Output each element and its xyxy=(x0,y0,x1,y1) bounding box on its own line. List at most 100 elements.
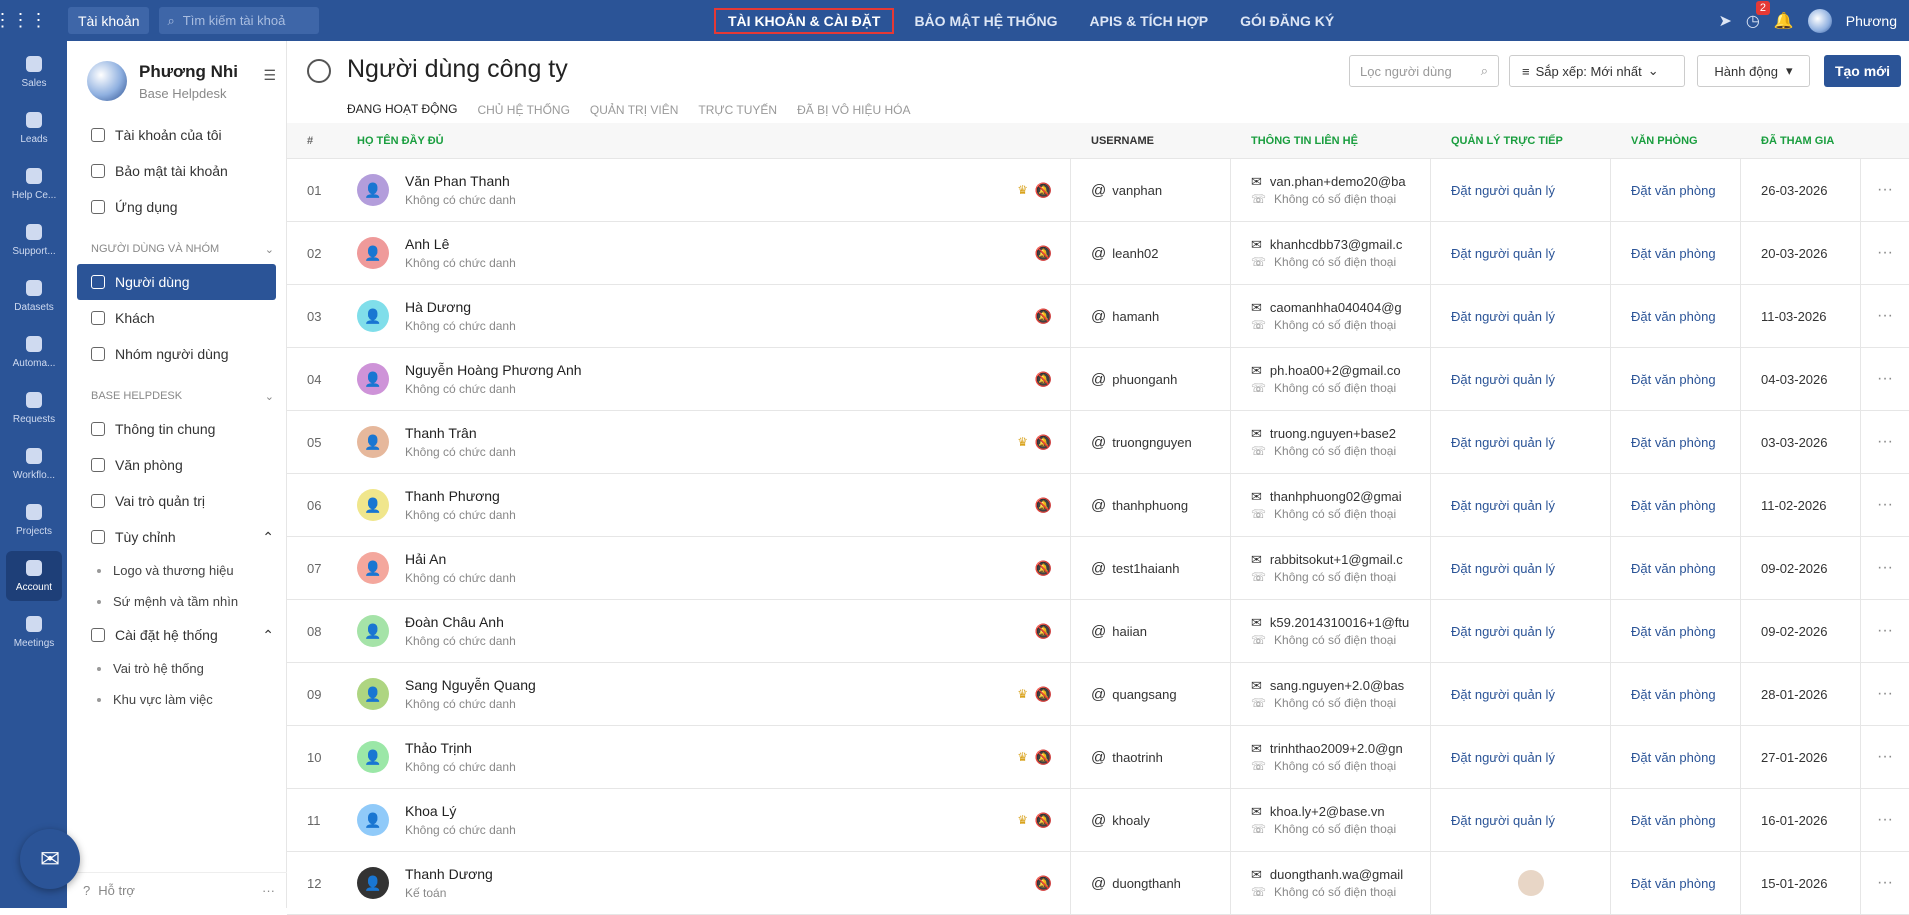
table-row[interactable]: 09 👤 Sang Nguyễn Quang Không có chức danh ♛ 🔕… xyxy=(287,663,1909,726)
set-manager-link[interactable]: Đặt người quản lý xyxy=(1431,222,1611,284)
bell-off-icon[interactable]: 🔕 xyxy=(1035,686,1052,703)
row-name-cell[interactable]: 👤 Nguyễn Hoàng Phương Anh Không có chức da… xyxy=(357,348,1071,410)
full-name[interactable]: Anh Lê xyxy=(405,236,516,252)
sidebar-item-system-settings[interactable]: Cài đặt hệ thống ⌃ xyxy=(67,617,286,653)
more-icon[interactable]: ··· xyxy=(262,883,275,898)
bell-off-icon[interactable]: 🔕 xyxy=(1035,812,1052,829)
sort-dropdown[interactable]: ≡ Sắp xếp: Mới nhất ⌄ xyxy=(1509,55,1685,87)
row-name-cell[interactable]: 👤 Văn Phan Thanh Không có chức danh ♛ 🔕 xyxy=(357,159,1071,221)
user-name[interactable]: Phương xyxy=(1846,13,1897,29)
email[interactable]: truong.nguyen+base2 xyxy=(1270,426,1396,442)
sidebar-sub-logo-branding[interactable]: Logo và thương hiệu xyxy=(67,555,286,586)
row-more-icon[interactable]: ··· xyxy=(1861,874,1909,892)
set-office-link[interactable]: Đặt văn phòng xyxy=(1611,411,1741,473)
nav-system-security[interactable]: BẢO MẬT HỆ THỐNG xyxy=(914,8,1057,34)
sidebar-item-apps[interactable]: Ứng dụng xyxy=(67,189,286,225)
bell-off-icon[interactable]: 🔕 xyxy=(1035,371,1052,388)
sidebar-item-guests[interactable]: Khách xyxy=(67,300,286,336)
bell-off-icon[interactable]: 🔕 xyxy=(1035,497,1052,514)
col-header-joined[interactable]: ĐÃ THAM GIA xyxy=(1741,123,1861,158)
email[interactable]: rabbitsokut+1@gmail.c xyxy=(1270,552,1403,568)
set-office-link[interactable]: Đặt văn phòng xyxy=(1611,726,1741,788)
set-office-link[interactable]: Đặt văn phòng xyxy=(1611,663,1741,725)
row-name-cell[interactable]: 👤 Thanh Phương Không có chức danh 🔕 xyxy=(357,474,1071,536)
set-manager-link[interactable]: Đặt người quản lý xyxy=(1431,600,1611,662)
set-office-link[interactable]: Đặt văn phòng xyxy=(1611,159,1741,221)
set-manager-link[interactable]: Đặt người quản lý xyxy=(1431,663,1611,725)
tab-admins[interactable]: QUẢN TRỊ VIÊN xyxy=(590,95,678,125)
row-name-cell[interactable]: 👤 Hải An Không có chức danh 🔕 xyxy=(357,537,1071,599)
row-more-icon[interactable]: ··· xyxy=(1861,433,1909,451)
set-office-link[interactable]: Đặt văn phòng xyxy=(1611,348,1741,410)
row-name-cell[interactable]: 👤 Thanh Dương Kế toán 🔕 xyxy=(357,852,1071,914)
rail-support[interactable]: Support... xyxy=(6,215,62,265)
row-more-icon[interactable]: ··· xyxy=(1861,622,1909,640)
set-office-link[interactable]: Đặt văn phòng xyxy=(1611,222,1741,284)
full-name[interactable]: Hải An xyxy=(405,551,516,567)
set-manager-link[interactable]: Đặt người quản lý xyxy=(1431,348,1611,410)
bell-off-icon[interactable]: 🔕 xyxy=(1035,623,1052,640)
row-name-cell[interactable]: 👤 Khoa Lý Không có chức danh ♛ 🔕 xyxy=(357,789,1071,851)
user-avatar[interactable] xyxy=(1807,8,1832,33)
bell-off-icon[interactable]: 🔕 xyxy=(1035,434,1052,451)
table-row[interactable]: 11 👤 Khoa Lý Không có chức danh ♛ 🔕 @ khoaly ✉ kh… xyxy=(287,789,1909,852)
table-row[interactable]: 05 👤 Thanh Trân Không có chức danh ♛ 🔕 @ truong… xyxy=(287,411,1909,474)
set-office-link[interactable]: Đặt văn phòng xyxy=(1611,600,1741,662)
collapse-sidebar-icon[interactable]: ☰ xyxy=(263,67,276,84)
row-more-icon[interactable]: ··· xyxy=(1861,181,1909,199)
manager-cell[interactable] xyxy=(1431,852,1611,914)
help-footer[interactable]: ? Hỗ trợ ··· xyxy=(67,872,287,908)
table-row[interactable]: 12 👤 Thanh Dương Kế toán 🔕 @ duongthanh ✉ duongt… xyxy=(287,852,1909,915)
row-more-icon[interactable]: ··· xyxy=(1861,559,1909,577)
section-base-helpdesk[interactable]: BASE HELPDESK ⌄ xyxy=(67,372,286,411)
email[interactable]: trinhthao2009+2.0@gn xyxy=(1270,741,1403,757)
set-office-link[interactable]: Đặt văn phòng xyxy=(1611,852,1741,914)
full-name[interactable]: Đoàn Châu Anh xyxy=(405,614,516,630)
email[interactable]: caomanhha040404@g xyxy=(1270,300,1402,316)
full-name[interactable]: Thảo Trịnh xyxy=(405,740,516,756)
email[interactable]: khoa.ly+2@base.vn xyxy=(1270,804,1385,820)
row-more-icon[interactable]: ··· xyxy=(1861,496,1909,514)
set-manager-link[interactable]: Đặt người quản lý xyxy=(1431,474,1611,536)
table-row[interactable]: 02 👤 Anh Lê Không có chức danh 🔕 @ leanh02 ✉ kha… xyxy=(287,222,1909,285)
bell-off-icon[interactable]: 🔕 xyxy=(1035,245,1052,262)
full-name[interactable]: Sang Nguyễn Quang xyxy=(405,677,536,693)
nav-account-settings[interactable]: TÀI KHOẢN & CÀI ĐẶT xyxy=(714,8,895,34)
row-more-icon[interactable]: ··· xyxy=(1861,370,1909,388)
sidebar-item-admin-roles[interactable]: Vai trò quản trị xyxy=(67,483,286,519)
full-name[interactable]: Thanh Phương xyxy=(405,488,516,504)
sidebar-sub-workspace[interactable]: Khu vực làm việc xyxy=(67,684,286,715)
row-name-cell[interactable]: 👤 Thảo Trịnh Không có chức danh ♛ 🔕 xyxy=(357,726,1071,788)
set-manager-link[interactable]: Đặt người quản lý xyxy=(1431,159,1611,221)
table-row[interactable]: 08 👤 Đoàn Châu Anh Không có chức danh 🔕 @ haii… xyxy=(287,600,1909,663)
sidebar-item-offices[interactable]: Văn phòng xyxy=(67,447,286,483)
full-name[interactable]: Nguyễn Hoàng Phương Anh xyxy=(405,362,582,378)
full-name[interactable]: Khoa Lý xyxy=(405,803,516,819)
send-icon[interactable]: ➤ xyxy=(1718,11,1731,31)
row-name-cell[interactable]: 👤 Đoàn Châu Anh Không có chức danh 🔕 xyxy=(357,600,1071,662)
sidebar-item-customize[interactable]: Tùy chỉnh ⌃ xyxy=(67,519,286,555)
sidebar-item-user-groups[interactable]: Nhóm người dùng xyxy=(67,336,286,372)
table-row[interactable]: 10 👤 Thảo Trịnh Không có chức danh ♛ 🔕 @ thaotr… xyxy=(287,726,1909,789)
filter-users-input[interactable]: Lọc người dùng ⌕ xyxy=(1349,55,1499,87)
full-name[interactable]: Hà Dương xyxy=(405,299,516,315)
row-name-cell[interactable]: 👤 Sang Nguyễn Quang Không có chức danh ♛ 🔕 xyxy=(357,663,1071,725)
row-more-icon[interactable]: ··· xyxy=(1861,811,1909,829)
tab-online[interactable]: TRỰC TUYẾN xyxy=(698,95,777,125)
clock-icon[interactable]: ◷ 2 xyxy=(1746,0,1770,31)
email[interactable]: duongthanh.wa@gmail xyxy=(1270,867,1403,883)
row-more-icon[interactable]: ··· xyxy=(1861,685,1909,703)
rail-account[interactable]: Account xyxy=(6,551,62,601)
full-name[interactable]: Thanh Dương xyxy=(405,866,493,882)
row-name-cell[interactable]: 👤 Hà Dương Không có chức danh 🔕 xyxy=(357,285,1071,347)
table-row[interactable]: 06 👤 Thanh Phương Không có chức danh 🔕 @ thanh… xyxy=(287,474,1909,537)
row-more-icon[interactable]: ··· xyxy=(1861,748,1909,766)
account-switch-button[interactable]: Tài khoản xyxy=(68,7,150,34)
table-row[interactable]: 07 👤 Hải An Không có chức danh 🔕 @ test1haianh… xyxy=(287,537,1909,600)
rail-workflow[interactable]: Workflo... xyxy=(6,439,62,489)
account-search-input[interactable]: ⌕ Tìm kiếm tài khoả xyxy=(159,7,320,34)
set-office-link[interactable]: Đặt văn phòng xyxy=(1611,285,1741,347)
set-office-link[interactable]: Đặt văn phòng xyxy=(1611,789,1741,851)
col-header-username[interactable]: USERNAME xyxy=(1071,123,1231,158)
bell-off-icon[interactable]: 🔕 xyxy=(1035,560,1052,577)
